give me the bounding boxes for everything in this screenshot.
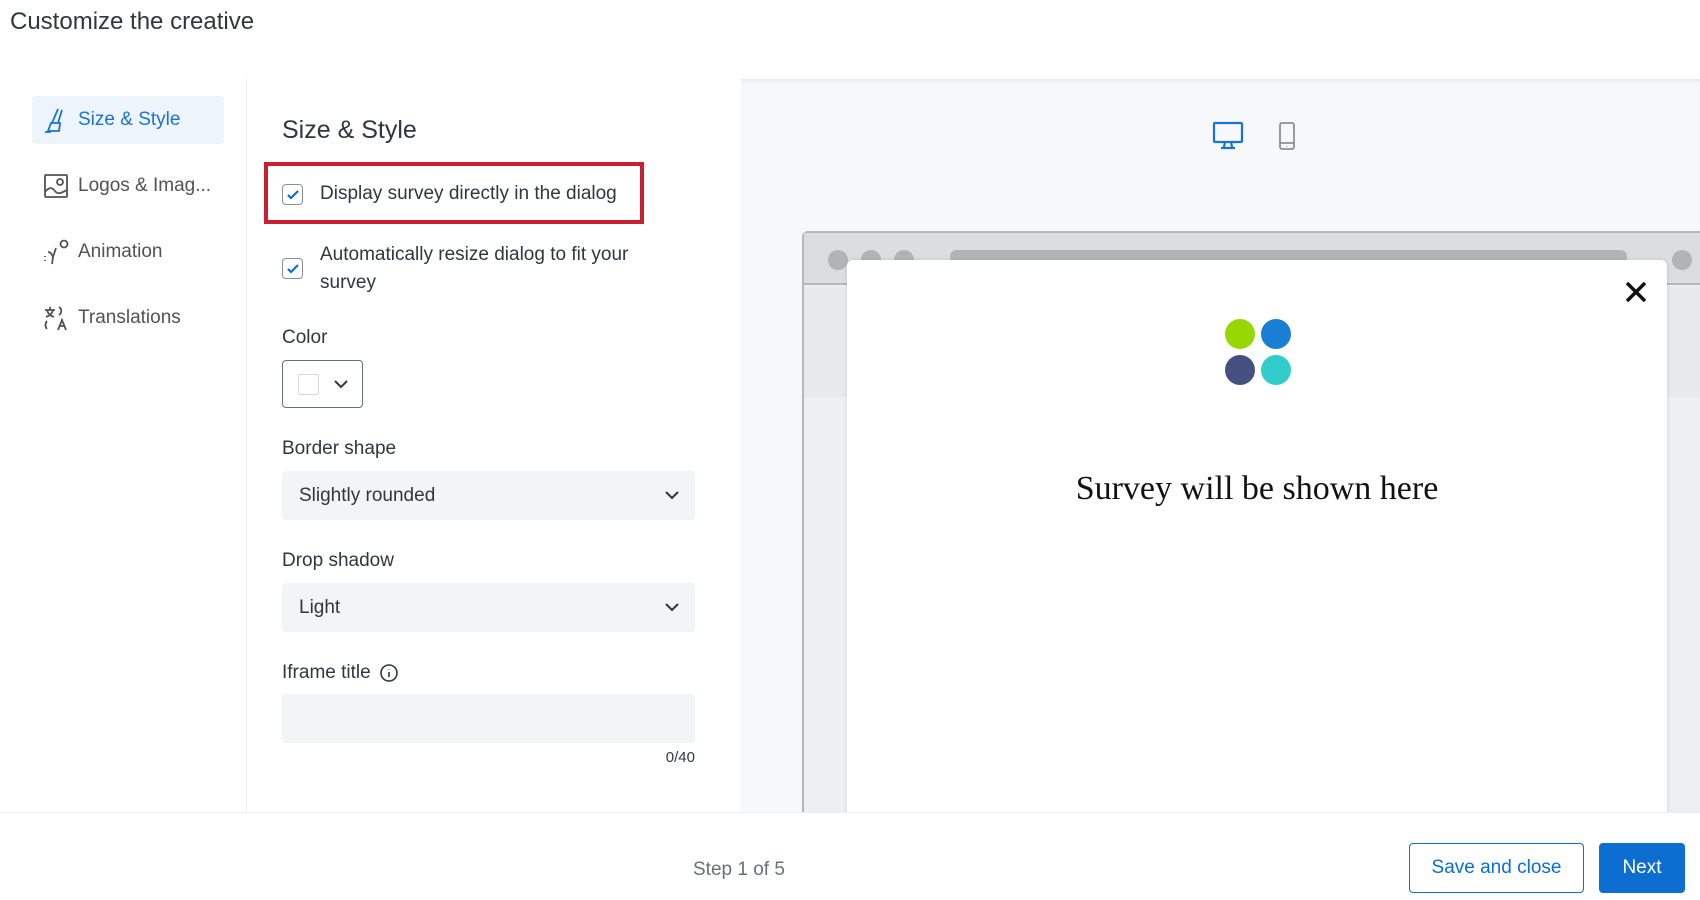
check-icon (286, 263, 299, 274)
preview-panel: Survey will be shown here (741, 79, 1700, 812)
sidebar-item-label: Size & Style (78, 109, 181, 130)
mobile-icon[interactable] (1278, 121, 1296, 151)
color-label: Color (282, 327, 328, 348)
chevron-down-icon (334, 379, 348, 388)
check-icon (286, 189, 299, 200)
drop-shadow-label: Drop shadow (282, 550, 394, 571)
auto-resize-label-cont: survey (320, 272, 376, 293)
sidebar-item-translations[interactable]: Translations (32, 294, 224, 342)
display-survey-checkbox[interactable] (282, 184, 303, 205)
sidebar-item-animation[interactable]: Animation (32, 228, 224, 276)
chevron-down-icon (665, 603, 679, 612)
brush-icon (45, 108, 63, 133)
image-icon (44, 174, 68, 198)
desktop-icon[interactable] (1212, 121, 1244, 151)
sidebar-item-label: Animation (78, 241, 163, 262)
logo-dot (1225, 319, 1255, 349)
character-counter: 0/40 (665, 749, 695, 766)
drop-shadow-select[interactable]: Light (282, 583, 695, 632)
iframe-title-input[interactable] (282, 694, 695, 743)
next-button[interactable]: Next (1599, 843, 1685, 893)
sidebar-item-label: Logos & Imag... (78, 175, 212, 196)
sidebar-item-logos-images[interactable]: Logos & Imag... (32, 162, 224, 210)
display-survey-label: Display survey directly in the dialog (320, 183, 617, 204)
border-shape-value: Slightly rounded (299, 484, 436, 506)
section-heading: Size & Style (282, 116, 417, 144)
sidebar-item-size-style[interactable]: Size & Style (32, 96, 224, 144)
border-shape-label: Border shape (282, 438, 397, 459)
iframe-title-label-row: Iframe title (282, 662, 399, 684)
color-swatch (298, 373, 319, 395)
translate-icon (44, 306, 67, 331)
logo-dot (1261, 319, 1291, 349)
survey-placeholder-text: Survey will be shown here (1075, 470, 1439, 507)
border-shape-select[interactable]: Slightly rounded (282, 471, 695, 520)
auto-resize-checkbox[interactable] (282, 258, 303, 279)
animation-icon (44, 239, 69, 265)
footer-divider (0, 812, 1700, 813)
logo-dot (1261, 355, 1291, 385)
close-icon[interactable] (1625, 281, 1647, 303)
sidebar-item-label: Translations (78, 307, 181, 328)
iframe-title-label: Iframe title (282, 662, 371, 683)
page-title: Customize the creative (10, 8, 255, 35)
sidebar-divider (246, 79, 247, 812)
step-indicator: Step 1 of 5 (693, 859, 785, 880)
auto-resize-label: Automatically resize dialog to fit your (320, 244, 629, 265)
chevron-down-icon (665, 491, 679, 500)
info-icon[interactable] (379, 663, 399, 683)
survey-dialog-preview: Survey will be shown here (847, 260, 1667, 812)
drop-shadow-value: Light (299, 596, 341, 618)
logo-dot (1225, 355, 1255, 385)
color-picker[interactable] (282, 360, 363, 408)
save-and-close-button[interactable]: Save and close (1409, 843, 1584, 893)
